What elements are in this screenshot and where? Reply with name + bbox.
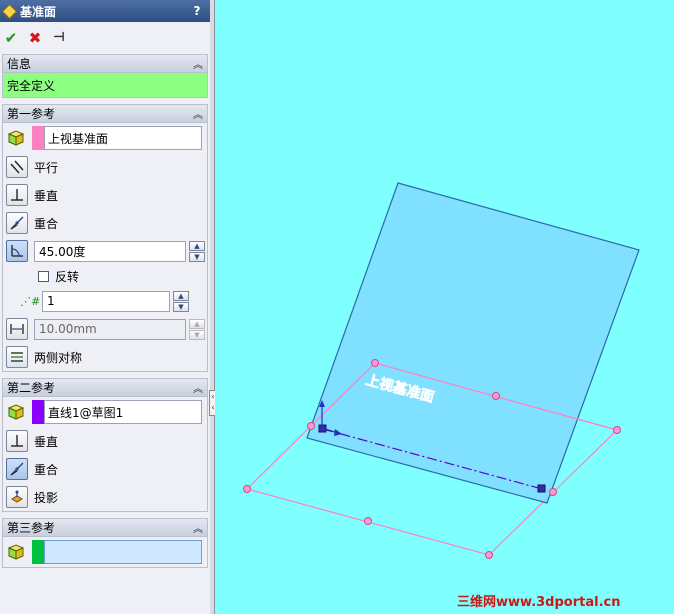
collapse-chevron-icon[interactable]: ︽ [193,56,203,71]
project-label: 投影 [34,490,59,505]
plane-cube-icon [6,402,26,422]
distance-icon[interactable] [6,318,28,340]
project-icon[interactable] [6,486,28,508]
cancel-x-icon[interactable]: ✖ [26,30,44,46]
project-option-row: 投影 [3,483,207,511]
perpendicular-icon[interactable] [6,184,28,206]
parallel-option-row: 平行 [3,153,207,181]
plane-handle[interactable] [307,422,315,430]
new-plane-preview[interactable] [306,182,640,504]
plane-count-input[interactable]: 1 [42,290,170,312]
perpendicular-label: 垂直 [34,434,59,449]
perpendicular-option-row: 垂直 [3,181,207,209]
plane-handle[interactable] [371,359,379,367]
flip-row: 反转 [3,265,207,287]
third-reference-group: 第三参考 ︽ [2,518,208,568]
coincident-option-row: 重合 [3,455,207,483]
symmetric-row: 两侧对称 [3,343,207,371]
property-manager-title-bar: 基准面 ? [0,0,210,22]
info-group-title: 信息 [7,57,32,71]
first-reference-selection-row: 上视基准面 [3,123,207,153]
coincident-icon[interactable] [6,212,28,234]
perpendicular-label: 垂直 [34,188,59,203]
pushpin-icon[interactable]: ⊣ [50,30,68,46]
first-reference-header[interactable]: 第一参考 ︽ [3,105,207,123]
first-reference-title: 第一参考 [7,107,56,121]
angle-icon[interactable] [6,240,28,262]
spin-up-icon[interactable]: ▲ [173,290,189,301]
plane-handle[interactable] [243,485,251,493]
flip-label: 反转 [55,269,80,284]
count-row: ⋰# 1 ▲ ▼ [3,287,207,315]
property-manager-title: 基准面 [20,4,57,19]
count-spinner[interactable]: ▲ ▼ [173,290,189,312]
spin-down-icon[interactable]: ▼ [173,301,189,312]
help-button[interactable]: ? [188,4,206,18]
distance-input: 10.00mm [34,318,186,340]
property-manager: 基准面 ? ✔ ✖ ⊣ 信息 ︽ 完全定义 第一参考 ︽ 上视基准面 平行 垂直… [0,0,211,614]
distance-spinner: ▲ ▼ [189,318,205,340]
second-reference-color-swatch [32,400,44,424]
angle-row: 45.00度 ▲ ▼ [3,237,207,265]
first-reference-color-swatch [32,126,44,150]
perpendicular-option-row: 垂直 [3,427,207,455]
coincident-icon[interactable] [6,458,28,480]
symmetric-label: 两侧对称 [34,350,83,365]
graphics-viewport[interactable]: 上视基准面 三维网www.3dportal.cn [215,0,674,614]
collapse-chevron-icon[interactable]: ︽ [193,106,203,121]
parallel-label: 平行 [34,160,59,175]
spin-up-icon: ▲ [189,318,205,329]
third-reference-selection-box[interactable] [44,540,202,564]
action-bar: ✔ ✖ ⊣ [0,22,210,54]
plane-handle[interactable] [549,488,557,496]
collapse-chevron-icon[interactable]: ︽ [193,380,203,395]
watermark-text: 三维网www.3dportal.cn [457,594,620,610]
angle-input[interactable]: 45.00度 [34,240,186,262]
info-group-header[interactable]: 信息 ︽ [3,55,207,73]
parallel-icon[interactable] [6,156,28,178]
spin-up-icon[interactable]: ▲ [189,240,205,251]
status-message: 完全定义 [3,73,207,97]
coincident-label: 重合 [34,216,59,231]
plane-cube-icon [6,128,26,148]
first-reference-selection-box[interactable]: 上视基准面 [44,126,202,150]
second-reference-selection-box[interactable]: 直线1@草图1 [44,400,202,424]
plane-handle[interactable] [613,426,621,434]
perpendicular-icon[interactable] [6,430,28,452]
second-reference-header[interactable]: 第二参考 ︽ [3,379,207,397]
coincident-label: 重合 [34,462,59,477]
third-reference-selection-row [3,537,207,567]
symmetric-icon[interactable] [6,346,28,368]
spin-down-icon: ▼ [189,329,205,340]
viewport-canvas: 上视基准面 三维网www.3dportal.cn [243,182,640,610]
sketch-line-endpoint[interactable] [537,484,546,493]
third-reference-title: 第三参考 [7,521,56,535]
coincident-option-row: 重合 [3,209,207,237]
plane-handle[interactable] [492,392,500,400]
plane-handle[interactable] [364,517,372,525]
spin-down-icon[interactable]: ▼ [189,251,205,262]
plane-cube-icon [6,542,26,562]
ok-check-icon[interactable]: ✔ [2,30,20,46]
second-reference-title: 第二参考 [7,381,56,395]
plane-handle[interactable] [485,551,493,559]
flip-checkbox[interactable] [38,270,49,282]
second-reference-group: 第二参考 ︽ 直线1@草图1 垂直 重合 投影 [2,378,208,512]
collapse-chevron-icon[interactable]: ︽ [193,520,203,535]
plane-feature-icon [1,3,18,19]
third-reference-header[interactable]: 第三参考 ︽ [3,519,207,537]
angle-spinner[interactable]: ▲ ▼ [189,240,205,262]
first-reference-group: 第一参考 ︽ 上视基准面 平行 垂直 重合 45.00度 ▲ ▼ 反转 ⋰# 1… [2,104,208,372]
plane-count-icon: ⋰# [20,294,41,308]
info-group: 信息 ︽ 完全定义 [2,54,208,98]
distance-row: 10.00mm ▲ ▼ [3,315,207,343]
third-reference-color-swatch [32,540,44,564]
second-reference-selection-row: 直线1@草图1 [3,397,207,427]
